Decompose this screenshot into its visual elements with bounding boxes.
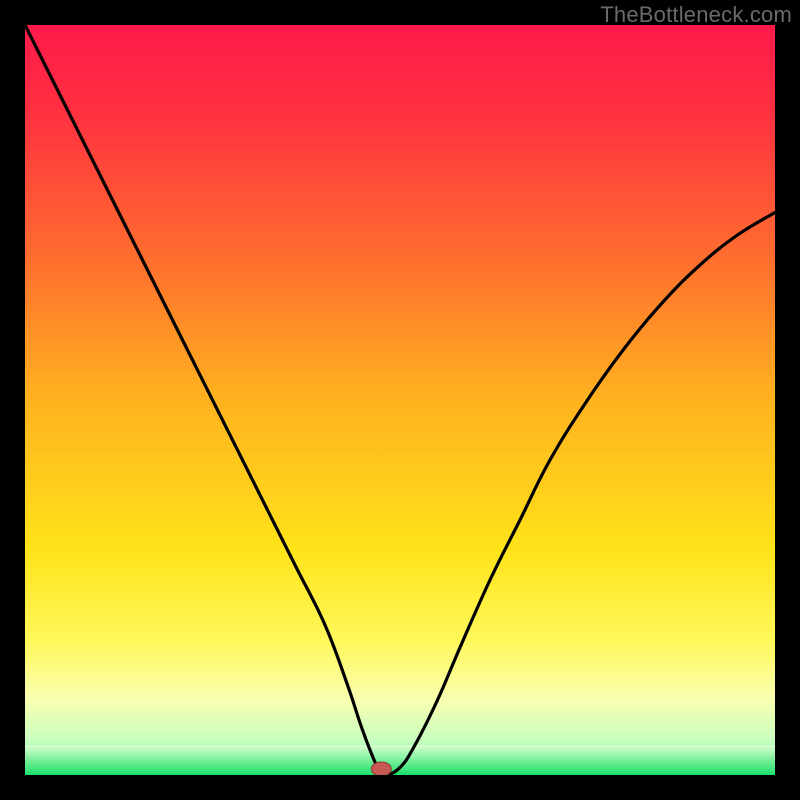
trough-marker — [371, 762, 391, 775]
chart-svg — [25, 25, 775, 775]
gradient-background — [25, 25, 775, 775]
plot-area — [25, 25, 775, 775]
green-band — [25, 745, 775, 775]
outer-frame: TheBottleneck.com — [0, 0, 800, 800]
